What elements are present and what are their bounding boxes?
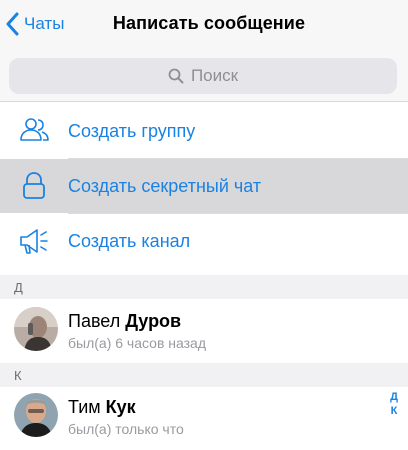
megaphone-icon	[20, 229, 48, 254]
contact-first-name: Павел	[68, 311, 121, 331]
contact-row[interactable]: Павел Дуров был(а) 6 часов назад	[0, 299, 408, 363]
group-icon	[20, 118, 49, 141]
create-group-label: Создать группу	[68, 120, 196, 141]
contact-name: Тим Кук	[68, 397, 136, 418]
create-secret-chat-label: Создать секретный чат	[68, 175, 262, 196]
contact-first-name: Тим	[68, 397, 101, 417]
search-placeholder: Поиск	[190, 66, 239, 85]
contact-last-name: Дуров	[125, 311, 182, 331]
contact-row[interactable]: Тим Кук был(а) только что	[0, 385, 408, 449]
create-group-button[interactable]: Создать группу	[0, 104, 408, 158]
page-title: Написать сообщение	[112, 13, 306, 33]
search-input[interactable]: Поиск	[9, 58, 397, 94]
section-letter: К	[14, 368, 22, 383]
lock-icon	[23, 172, 45, 199]
contact-last-name: Кук	[105, 397, 136, 417]
section-header: Д	[0, 275, 408, 299]
contact-status: был(а) только что	[68, 421, 184, 437]
create-channel-button[interactable]: Создать канал	[0, 214, 408, 268]
create-secret-chat-button[interactable]: Создать секретный чат	[0, 159, 408, 213]
search-icon	[168, 68, 184, 84]
navigation-bar: Чаты Написать сообщение	[0, 0, 408, 50]
contact-name: Павел Дуров	[68, 311, 181, 332]
index-letter[interactable]: К	[391, 404, 398, 418]
section-header: К	[0, 363, 408, 387]
index-letter[interactable]: Д	[390, 390, 398, 404]
avatar	[14, 307, 58, 351]
contact-status: был(а) 6 часов назад	[68, 335, 207, 351]
create-channel-label: Создать канал	[68, 230, 191, 251]
section-letter: Д	[14, 280, 23, 295]
search-bar: Поиск	[0, 50, 408, 102]
alphabet-index[interactable]: Д К	[388, 390, 400, 418]
avatar	[14, 393, 58, 437]
